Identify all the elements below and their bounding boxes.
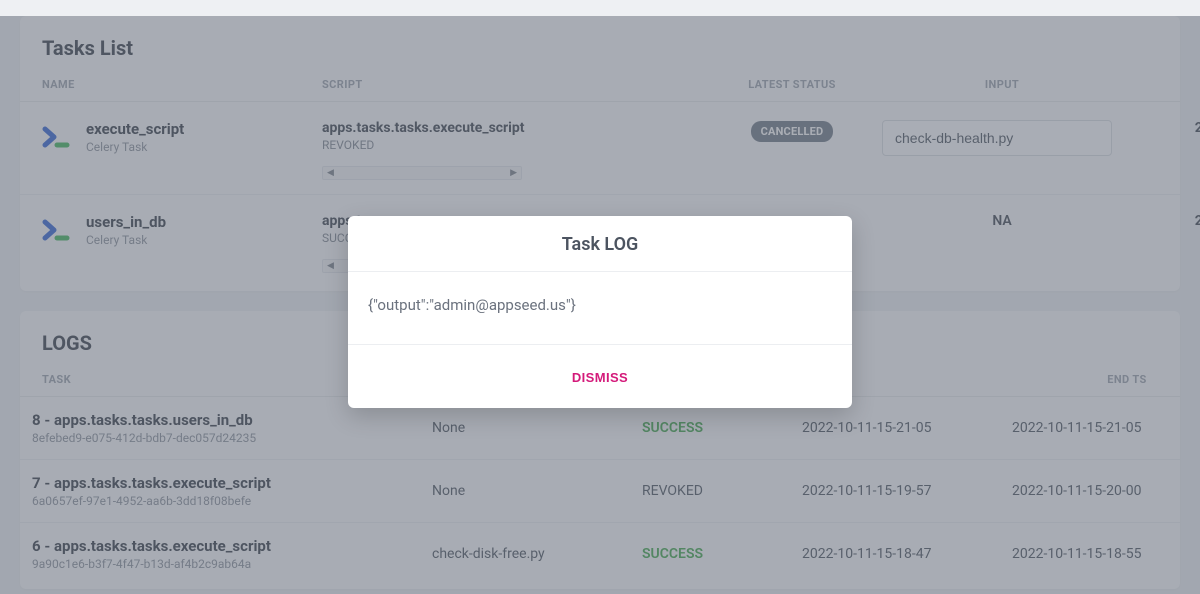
modal-body: {"output":"admin@appseed.us"} <box>348 272 852 345</box>
modal-title: Task LOG <box>348 216 852 272</box>
task-log-modal: Task LOG {"output":"admin@appseed.us"} D… <box>348 216 852 408</box>
modal-overlay[interactable]: Task LOG {"output":"admin@appseed.us"} D… <box>0 16 1200 594</box>
dismiss-button[interactable]: DISMISS <box>572 370 628 385</box>
